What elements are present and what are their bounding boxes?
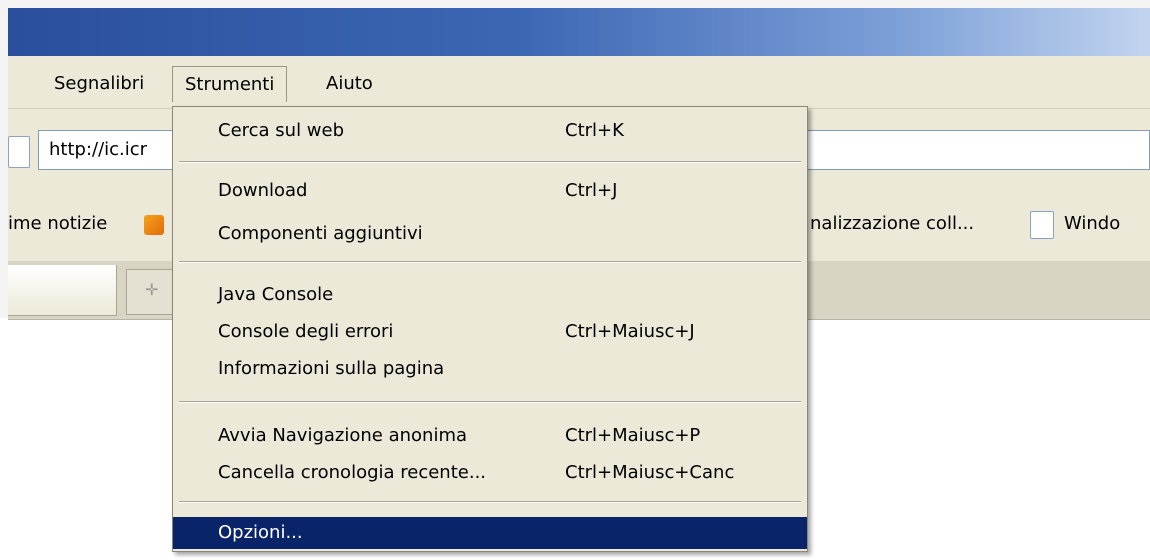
menu-item-downloads[interactable]: Download Ctrl+J <box>173 175 807 207</box>
tools-menu-dropdown: Cerca sul web Ctrl+K Download Ctrl+J Com… <box>172 106 808 552</box>
menu-bookmarks[interactable]: Segnalibri <box>42 66 156 102</box>
page-icon <box>8 136 30 168</box>
menu-item-label: Cerca sul web <box>218 120 345 141</box>
menu-separator <box>179 161 801 163</box>
menu-item-shortcut: Ctrl+Maiusc+P <box>565 425 701 446</box>
menu-item-shortcut: Ctrl+Maiusc+J <box>565 321 695 342</box>
menu-separator <box>179 501 801 503</box>
window-top-edge <box>0 0 1150 8</box>
menu-item-shortcut: Ctrl+J <box>565 180 618 201</box>
menu-item-label: Cancella cronologia recente... <box>218 462 487 483</box>
new-tab-button[interactable]: ✛ <box>126 269 178 315</box>
menu-item-label: Opzioni... <box>218 522 303 543</box>
menu-item-page-info[interactable]: Informazioni sulla pagina <box>173 353 807 385</box>
menu-item-shortcut: Ctrl+K <box>565 120 624 141</box>
menu-item-private-browsing[interactable]: Avvia Navigazione anonima Ctrl+Maiusc+P <box>173 420 807 452</box>
menu-item-label: Avvia Navigazione anonima <box>218 425 468 446</box>
menu-separator <box>179 401 801 403</box>
menu-item-options[interactable]: Opzioni... <box>173 517 807 549</box>
bookmark-customize[interactable]: nalizzazione coll... <box>810 213 974 234</box>
menu-item-addons[interactable]: Componenti aggiuntivi <box>173 218 807 250</box>
bookmark-news[interactable]: ime notizie <box>8 213 107 234</box>
bookmark-windows[interactable]: Windo <box>1064 213 1120 234</box>
menu-separator <box>179 261 801 263</box>
menu-item-label: Java Console <box>218 284 334 305</box>
menu-item-error-console[interactable]: Console degli errori Ctrl+Maiusc+J <box>173 316 807 348</box>
menu-item-label: Download <box>218 180 308 201</box>
page-bookmark-icon <box>1030 211 1054 239</box>
menu-item-web-search[interactable]: Cerca sul web Ctrl+K <box>173 115 807 147</box>
menu-item-clear-history[interactable]: Cancella cronologia recente... Ctrl+Maiu… <box>173 457 807 489</box>
rss-feed-icon[interactable] <box>144 215 164 235</box>
address-text: http://ic.icr <box>49 139 148 160</box>
window-titlebar[interactable] <box>8 8 1150 56</box>
menu-item-shortcut: Ctrl+Maiusc+Canc <box>565 462 735 483</box>
menu-item-label: Componenti aggiuntivi <box>218 223 423 244</box>
window-left-edge <box>0 8 8 318</box>
plus-icon: ✛ <box>145 280 159 299</box>
menu-help[interactable]: Aiuto <box>314 66 385 102</box>
tab-current[interactable] <box>8 265 117 316</box>
menu-item-label: Informazioni sulla pagina <box>218 358 445 379</box>
menu-item-java-console[interactable]: Java Console <box>173 279 807 311</box>
menu-tools[interactable]: Strumenti <box>172 66 288 102</box>
menu-bar: Segnalibri Strumenti Aiuto <box>8 56 1150 109</box>
menu-item-label: Console degli errori <box>218 321 394 342</box>
